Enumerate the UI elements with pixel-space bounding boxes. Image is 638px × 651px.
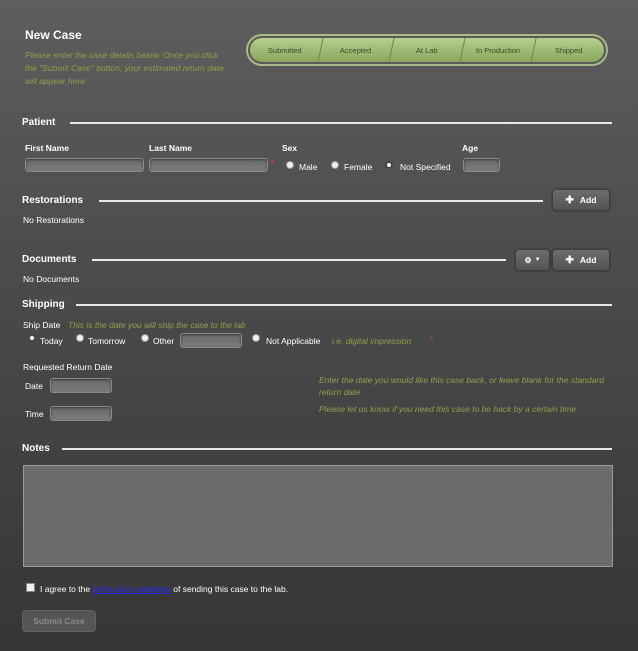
last-name-input[interactable] xyxy=(149,158,268,172)
notes-heading: Notes xyxy=(22,443,50,454)
return-date-label: Date xyxy=(25,381,43,391)
return-date-input[interactable] xyxy=(50,378,112,393)
not-applicable-hint: i.e. digital impression xyxy=(332,336,412,346)
shipping-heading: Shipping xyxy=(22,299,65,310)
patient-divider xyxy=(70,122,612,124)
plus-icon: ✚ xyxy=(565,194,574,206)
ship-date-label: Ship Date xyxy=(23,320,61,330)
step-at-lab: At Lab xyxy=(389,38,466,62)
return-time-hint: Please let us know if you need this case… xyxy=(319,404,577,414)
sex-female-radio[interactable] xyxy=(331,161,339,169)
notes-divider xyxy=(62,448,612,450)
restorations-divider xyxy=(99,200,543,202)
step-submitted: Submitted xyxy=(250,38,324,62)
age-input[interactable] xyxy=(463,158,500,172)
first-name-label: First Name xyxy=(25,143,69,153)
last-name-required-mark: * xyxy=(271,159,275,169)
notes-textarea[interactable] xyxy=(23,465,613,567)
ship-tomorrow-label: Tomorrow xyxy=(88,336,126,346)
restorations-empty-text: No Restorations xyxy=(23,215,84,225)
sex-not-specified-label: Not Specified xyxy=(400,162,451,172)
age-label: Age xyxy=(462,143,479,153)
intro-text: Please enter the case details below. Onc… xyxy=(25,50,224,86)
ship-today-label: Today xyxy=(40,336,63,346)
agree-terms-checkbox[interactable] xyxy=(26,583,35,592)
case-progress-bar: Submitted Accepted At Lab In Production … xyxy=(246,34,608,66)
documents-divider xyxy=(92,259,506,261)
step-accepted: Accepted xyxy=(318,38,395,62)
agreement-text: I agree to the terms and conditions of s… xyxy=(40,584,289,594)
ship-tomorrow-radio[interactable] xyxy=(76,334,84,342)
ship-date-hint: This is the date you will ship the case … xyxy=(68,320,246,330)
sex-female-label: Female xyxy=(344,162,373,172)
caret-down-icon: ▼ xyxy=(534,257,541,263)
sex-not-specified-radio[interactable] xyxy=(385,161,393,169)
add-restoration-button[interactable]: ✚ Add xyxy=(552,189,610,211)
shipping-divider xyxy=(76,304,612,306)
step-shipped: Shipped xyxy=(555,45,583,55)
documents-empty-text: No Documents xyxy=(23,274,80,284)
ship-not-applicable-label: Not Applicable xyxy=(266,336,321,346)
ship-other-label: Other xyxy=(153,336,175,346)
return-time-label: Time xyxy=(25,409,44,419)
gear-icon: ⚙ xyxy=(524,255,532,265)
add-document-button[interactable]: ✚ Add xyxy=(552,249,610,271)
step-in-production: In Production xyxy=(460,38,537,62)
plus-icon: ✚ xyxy=(565,254,574,266)
page-title: New Case xyxy=(25,28,82,42)
first-name-input[interactable] xyxy=(25,158,144,172)
ship-date-required-mark: * xyxy=(430,335,434,345)
ship-other-radio[interactable] xyxy=(141,334,149,342)
documents-heading: Documents xyxy=(22,254,77,265)
ship-not-applicable-radio[interactable] xyxy=(252,334,260,342)
requested-return-label: Requested Return Date xyxy=(23,362,113,372)
sex-label: Sex xyxy=(282,143,298,153)
patient-heading: Patient xyxy=(22,117,56,128)
documents-options-button[interactable]: ⚙ ▼ xyxy=(515,249,550,271)
submit-case-button[interactable]: Submit Case xyxy=(22,610,96,632)
return-time-input[interactable] xyxy=(50,406,112,421)
sex-male-label: Male xyxy=(299,162,318,172)
restorations-heading: Restorations xyxy=(22,195,84,206)
last-name-label: Last Name xyxy=(149,143,192,153)
terms-link[interactable]: terms and conditions xyxy=(92,584,170,594)
return-date-hint: Enter the date you would like this case … xyxy=(319,375,604,397)
ship-other-date-input[interactable] xyxy=(180,333,242,348)
ship-today-radio[interactable] xyxy=(28,334,36,342)
sex-male-radio[interactable] xyxy=(286,161,294,169)
